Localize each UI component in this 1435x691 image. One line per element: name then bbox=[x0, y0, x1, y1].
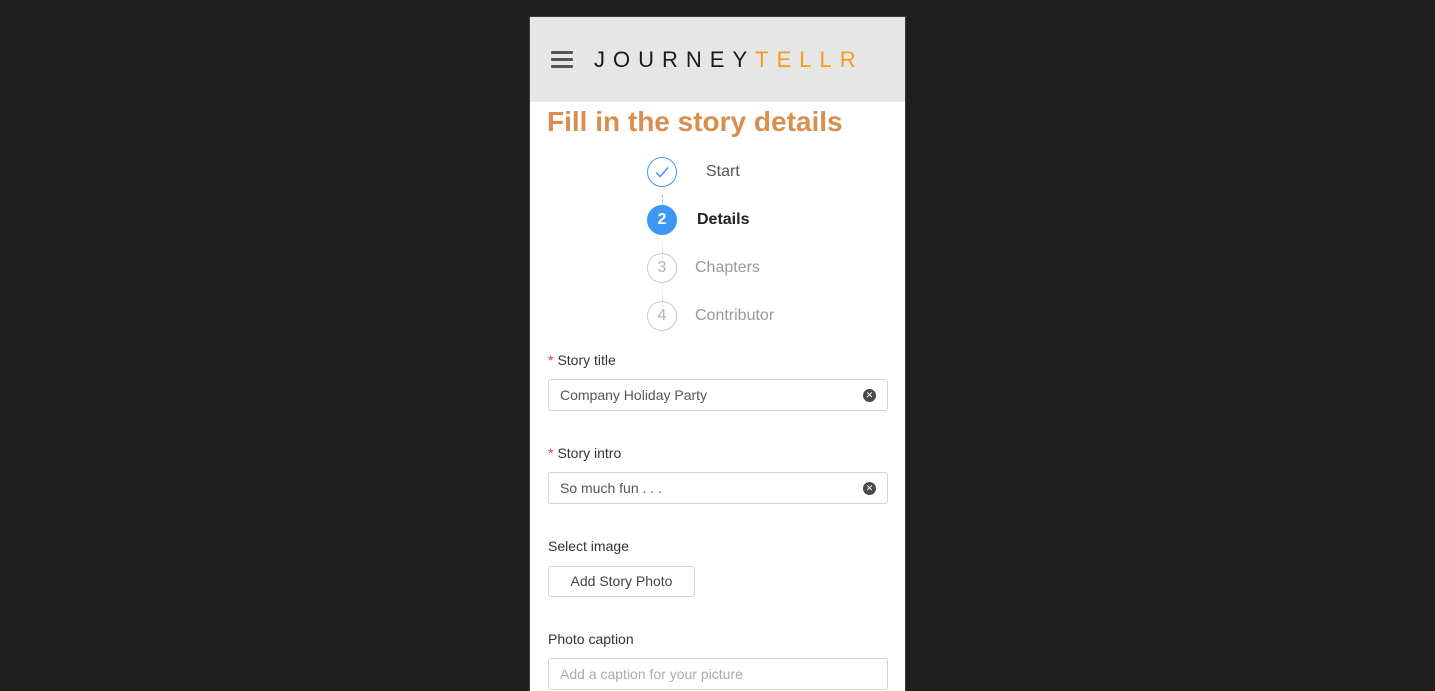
story-intro-input[interactable] bbox=[549, 473, 860, 503]
step-label: Details bbox=[697, 211, 750, 228]
story-intro-label: * Story intro bbox=[548, 445, 621, 461]
step-contributor[interactable]: 4 Contributor bbox=[647, 301, 847, 335]
clear-icon[interactable]: ✕ bbox=[863, 482, 876, 495]
brand-logo-journey: JOURNEY bbox=[594, 47, 756, 72]
required-marker: * bbox=[548, 445, 554, 461]
photo-caption-field bbox=[548, 658, 888, 690]
brand-logo-tellr: TELLR bbox=[755, 47, 864, 72]
story-intro-label-text: Story intro bbox=[557, 445, 622, 461]
story-title-field: ✕ bbox=[548, 379, 888, 411]
step-number: 2 bbox=[647, 205, 677, 235]
story-title-label: * Story title bbox=[548, 352, 616, 368]
photo-caption-input[interactable] bbox=[549, 659, 860, 689]
step-label: Chapters bbox=[695, 259, 760, 276]
hamburger-icon[interactable] bbox=[551, 51, 573, 69]
step-circle-complete bbox=[647, 157, 677, 187]
story-title-input[interactable] bbox=[549, 380, 860, 410]
top-bar: JOURNEYTELLR bbox=[530, 17, 905, 102]
story-title-label-text: Story title bbox=[557, 352, 616, 368]
step-chapters[interactable]: 3 Chapters bbox=[647, 253, 847, 287]
step-number: 3 bbox=[647, 253, 677, 283]
page-title: Fill in the story details bbox=[547, 106, 843, 137]
step-label: Contributor bbox=[695, 307, 775, 324]
add-story-photo-button[interactable]: Add Story Photo bbox=[548, 566, 695, 597]
step-details[interactable]: 2 Details bbox=[647, 205, 847, 239]
mobile-viewport: JOURNEYTELLR Fill in the story details S… bbox=[530, 17, 905, 691]
check-icon bbox=[655, 167, 669, 178]
step-label: Start bbox=[706, 163, 740, 180]
photo-caption-label: Photo caption bbox=[548, 631, 634, 647]
select-image-label: Select image bbox=[548, 538, 629, 554]
step-start[interactable]: Start bbox=[647, 157, 847, 191]
story-intro-field: ✕ bbox=[548, 472, 888, 504]
clear-icon[interactable]: ✕ bbox=[863, 389, 876, 402]
brand-logo[interactable]: JOURNEYTELLR bbox=[594, 48, 864, 72]
required-marker: * bbox=[548, 352, 554, 368]
step-number: 4 bbox=[647, 301, 677, 331]
